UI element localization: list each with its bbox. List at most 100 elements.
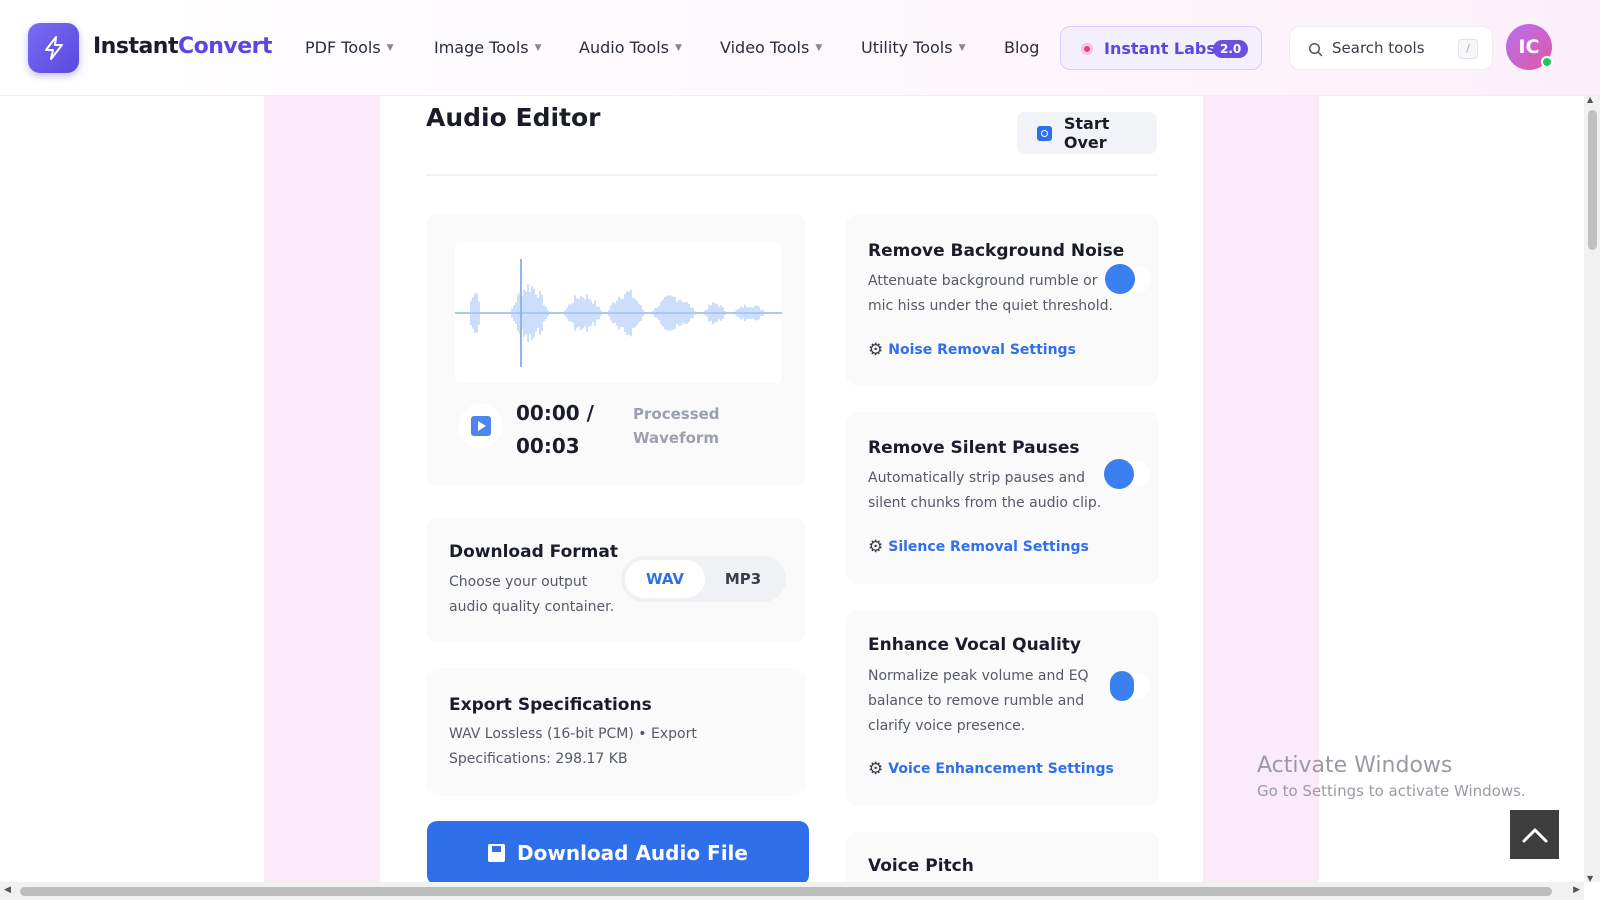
nav-label: Audio Tools [579, 38, 669, 57]
labs-label: Instant Labs [1104, 39, 1216, 58]
playback-time: 00:00 / 00:03 [516, 397, 606, 463]
nav-video-tools[interactable]: Video Tools ▼ [720, 38, 822, 57]
noise-removal-settings-link[interactable]: ⚙ Noise Removal Settings [868, 340, 1076, 360]
left-side-gutter [264, 96, 380, 882]
silence-removal-settings-link[interactable]: ⚙ Silence Removal Settings [868, 537, 1089, 557]
top-navbar: InstantConvert PDF Tools ▼ Image Tools ▼ A… [0, 0, 1600, 96]
save-disk-icon [488, 844, 506, 862]
toggle-knob [1105, 264, 1135, 294]
record-dot-icon [1081, 43, 1093, 55]
format-option-wav[interactable]: WAV [625, 560, 705, 598]
refresh-icon [1037, 125, 1052, 141]
gear-icon: ⚙ [868, 537, 884, 557]
logo-mark[interactable] [28, 23, 79, 73]
chevron-down-icon: ▼ [386, 42, 394, 53]
desc-line: silent chunks from the audio clip. [868, 495, 1102, 511]
noise-removal-toggle[interactable] [1105, 264, 1151, 294]
silence-removal-toggle[interactable] [1104, 459, 1150, 489]
export-specs-title: Export Specifications [449, 695, 652, 715]
waveform-graphic [455, 259, 782, 367]
nav-audio-tools[interactable]: Audio Tools ▼ [579, 38, 682, 57]
desc-line: Attenuate background rumble or [868, 273, 1098, 289]
desc-line: audio quality container. [449, 599, 615, 615]
scroll-to-top-button[interactable] [1510, 810, 1559, 859]
scrollbar-thumb[interactable] [1588, 110, 1597, 250]
format-toggle: WAV MP3 [621, 556, 786, 602]
scroll-right-arrow-icon[interactable]: ▶ [1573, 885, 1580, 895]
voice-enhancement-toggle[interactable] [1110, 671, 1150, 701]
brand-name[interactable]: InstantConvert [93, 34, 273, 59]
link-label: Noise Removal Settings [888, 342, 1076, 358]
spec-line: WAV Lossless (16-bit PCM) • Export [449, 726, 697, 742]
download-format-title: Download Format [449, 542, 618, 562]
nav-image-tools[interactable]: Image Tools ▼ [434, 38, 542, 57]
option-title: Enhance Vocal Quality [868, 635, 1082, 655]
spec-line: Specifications: 298.17 KB [449, 751, 628, 767]
link-label: Silence Removal Settings [888, 539, 1089, 555]
brand-name-part1: Instant [93, 34, 178, 59]
option-desc: Normalize peak volume and EQ balance to … [868, 664, 1089, 739]
shortcut-key: / [1458, 39, 1478, 59]
option-title: Voice Pitch [868, 856, 974, 876]
windows-activation-watermark: Activate Windows Go to Settings to activ… [1257, 753, 1526, 800]
nav-label: PDF Tools [305, 38, 381, 57]
time-current: 00:00 / [516, 401, 594, 425]
avatar[interactable]: IC [1506, 24, 1553, 70]
desc-line: Automatically strip pauses and [868, 470, 1085, 486]
waveform-label-line1: Processed [633, 405, 720, 423]
download-format-desc: Choose your output audio quality contain… [449, 570, 614, 620]
chevron-down-icon: ▼ [958, 42, 966, 53]
play-icon [471, 416, 491, 436]
gear-icon: ⚙ [868, 340, 884, 360]
option-desc: Automatically strip pauses and silent ch… [868, 466, 1101, 516]
toggle-knob [1110, 671, 1134, 701]
page-title: Audio Editor [426, 103, 601, 132]
brand-name-part2: Convert [177, 34, 273, 59]
download-label: Download Audio File [517, 841, 748, 865]
lightning-bolt-icon [44, 36, 63, 60]
nav-utility-tools[interactable]: Utility Tools ▼ [861, 38, 965, 57]
horizontal-scrollbar[interactable]: ◀ ▶ [0, 882, 1584, 900]
chevron-down-icon: ▼ [674, 42, 682, 53]
version-badge: 2.0 [1213, 40, 1249, 58]
scroll-down-arrow-icon[interactable]: ▼ [1587, 874, 1593, 883]
nav-label: Image Tools [434, 38, 529, 57]
voice-enhancement-settings-link[interactable]: ⚙ Voice Enhancement Settings [868, 759, 1114, 779]
nav-pdf-tools[interactable]: PDF Tools ▼ [305, 38, 394, 57]
desc-line: mic hiss under the quiet threshold. [868, 298, 1113, 314]
time-total: 00:03 [516, 434, 580, 458]
waveform-label-line2: Waveform [633, 429, 719, 447]
desc-line: Normalize peak volume and EQ [868, 668, 1089, 684]
instant-labs-button[interactable]: Instant Labs 2.0 [1060, 26, 1262, 70]
play-button[interactable] [459, 404, 503, 448]
chevron-up-icon [1522, 828, 1547, 842]
scroll-left-arrow-icon[interactable]: ◀ [4, 885, 11, 895]
search-input[interactable]: Search tools / [1289, 26, 1493, 70]
toggle-knob [1104, 459, 1134, 489]
desc-line: balance to remove rumble and [868, 693, 1085, 709]
scrollbar-thumb[interactable] [20, 887, 1552, 896]
start-over-button[interactable]: Start Over [1017, 112, 1157, 154]
watermark-line1: Activate Windows [1257, 753, 1453, 778]
desc-line: Choose your output [449, 574, 588, 590]
nav-label: Utility Tools [861, 38, 953, 57]
format-option-mp3[interactable]: MP3 [703, 560, 783, 598]
search-icon [1308, 42, 1323, 57]
gear-icon: ⚙ [868, 759, 884, 779]
nav-blog[interactable]: Blog [1004, 38, 1039, 57]
search-placeholder: Search tools [1332, 39, 1425, 57]
link-label: Voice Enhancement Settings [888, 761, 1114, 777]
export-specs-details: WAV Lossless (16-bit PCM) • Export Speci… [449, 722, 697, 772]
waveform-display[interactable] [455, 243, 782, 383]
chevron-down-icon: ▼ [815, 42, 823, 53]
option-title: Remove Silent Pauses [868, 438, 1080, 458]
chevron-down-icon: ▼ [534, 42, 542, 53]
vertical-scrollbar[interactable]: ▲ ▼ [1584, 95, 1600, 883]
nav-label: Video Tools [720, 38, 810, 57]
scroll-up-arrow-icon[interactable]: ▲ [1587, 95, 1593, 104]
watermark-line2: Go to Settings to activate Windows. [1257, 782, 1526, 800]
nav-label: Blog [1004, 38, 1040, 57]
download-audio-button[interactable]: Download Audio File [427, 821, 809, 885]
online-status-dot [1541, 56, 1553, 68]
divider [426, 174, 1157, 176]
